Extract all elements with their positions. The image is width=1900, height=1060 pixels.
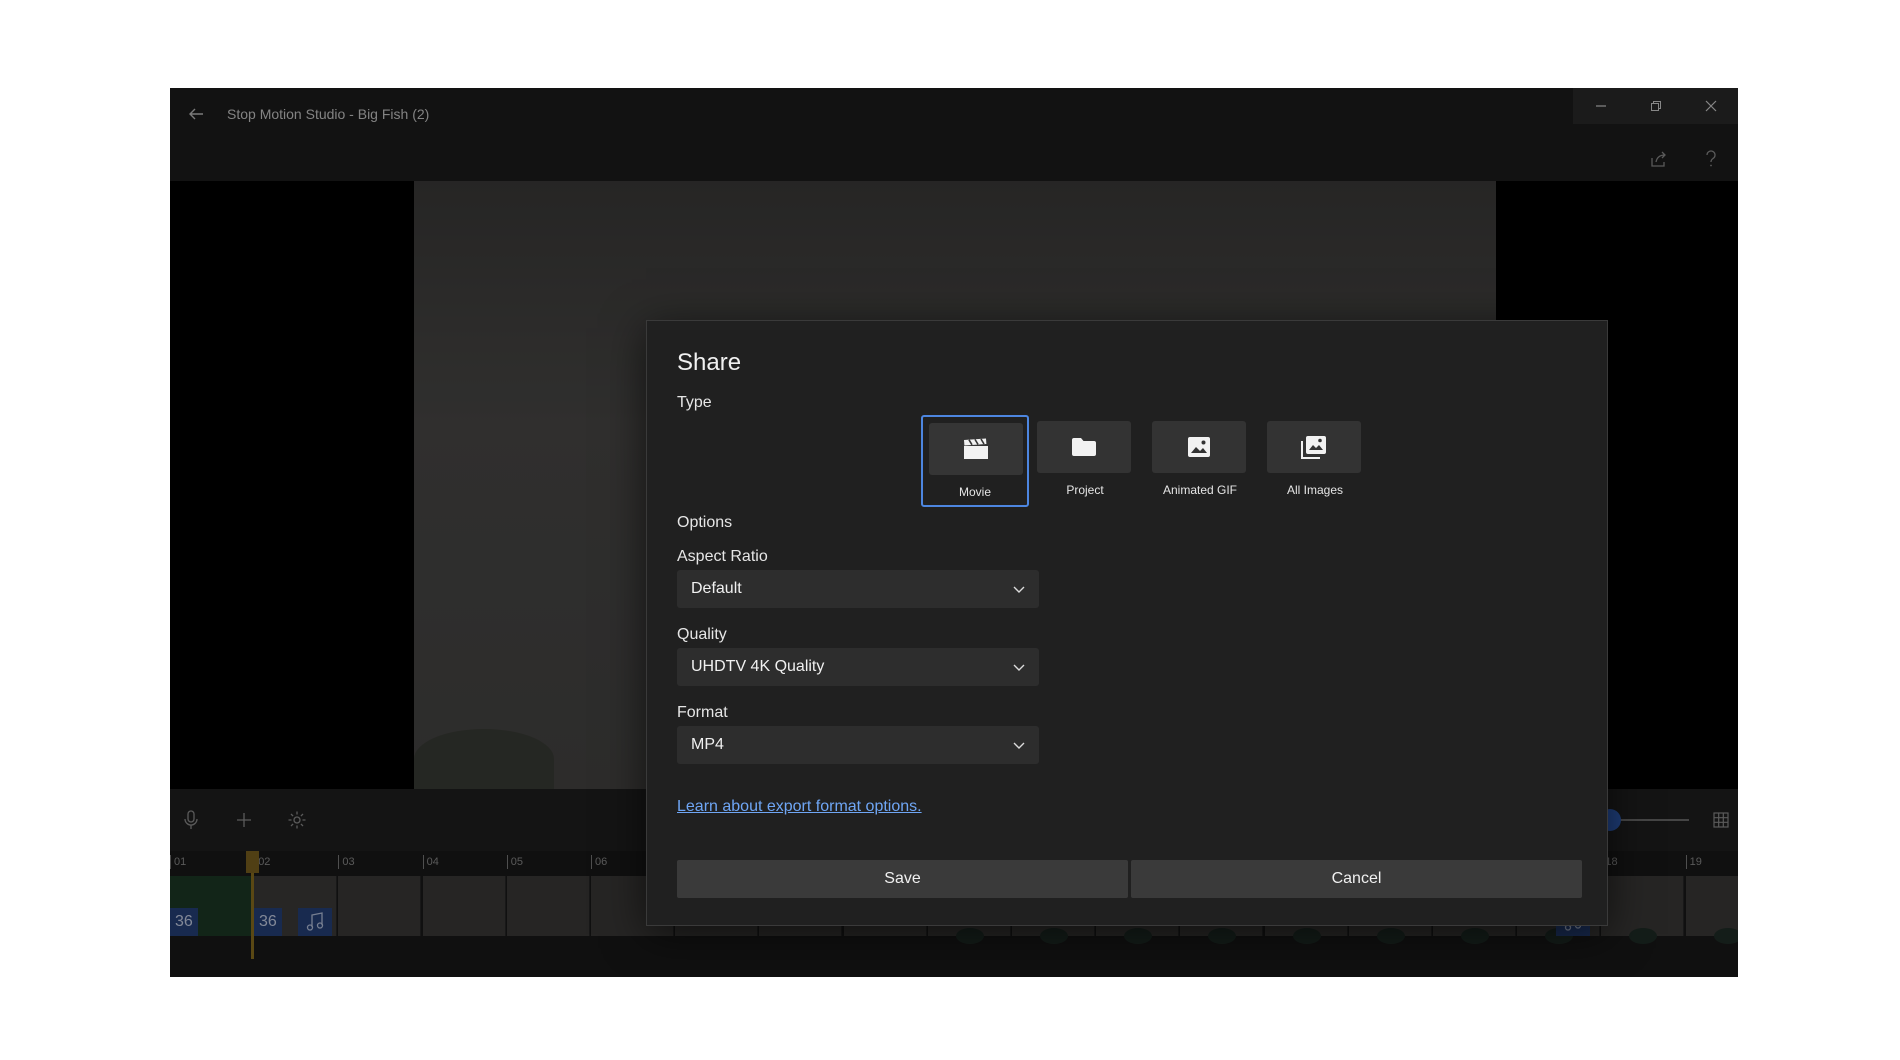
quality-select[interactable]: UHDTV 4K Quality (677, 648, 1039, 686)
image-icon (1152, 421, 1246, 473)
options-label: Options (677, 514, 733, 531)
folder-icon (1037, 421, 1131, 473)
quality-value: UHDTV 4K Quality (691, 658, 825, 675)
type-option-label: Movie (958, 485, 991, 499)
aspect-ratio-select[interactable]: Default (677, 570, 1039, 608)
image-stack-icon (1267, 421, 1361, 473)
app-window: Stop Motion Studio - Big Fish (2) 01 02 … (170, 88, 1738, 977)
cancel-button[interactable]: Cancel (1131, 860, 1582, 898)
chevron-down-icon (1013, 742, 1025, 749)
save-button[interactable]: Save (677, 860, 1128, 898)
format-select[interactable]: MP4 (677, 726, 1039, 764)
share-dialog: Share Type Movie Project Animated GIF Al… (646, 320, 1608, 926)
learn-export-options-link[interactable]: Learn about export format options. (677, 798, 922, 816)
type-option-animated-gif[interactable]: Animated GIF (1146, 415, 1254, 507)
type-option-label: Project (1066, 483, 1104, 497)
aspect-ratio-value: Default (691, 580, 742, 597)
dialog-title: Share (677, 349, 742, 376)
clapperboard-icon (929, 423, 1023, 475)
format-label: Format (677, 704, 728, 721)
type-option-label: Animated GIF (1162, 483, 1238, 497)
type-option-movie[interactable]: Movie (921, 415, 1029, 507)
chevron-down-icon (1013, 586, 1025, 593)
quality-label: Quality (677, 626, 727, 643)
type-option-label: All Images (1286, 483, 1344, 497)
type-option-all-images[interactable]: All Images (1261, 415, 1369, 507)
chevron-down-icon (1013, 664, 1025, 671)
format-value: MP4 (691, 736, 724, 753)
type-label: Type (677, 394, 712, 411)
aspect-ratio-label: Aspect Ratio (677, 548, 768, 565)
type-option-project[interactable]: Project (1031, 415, 1139, 507)
